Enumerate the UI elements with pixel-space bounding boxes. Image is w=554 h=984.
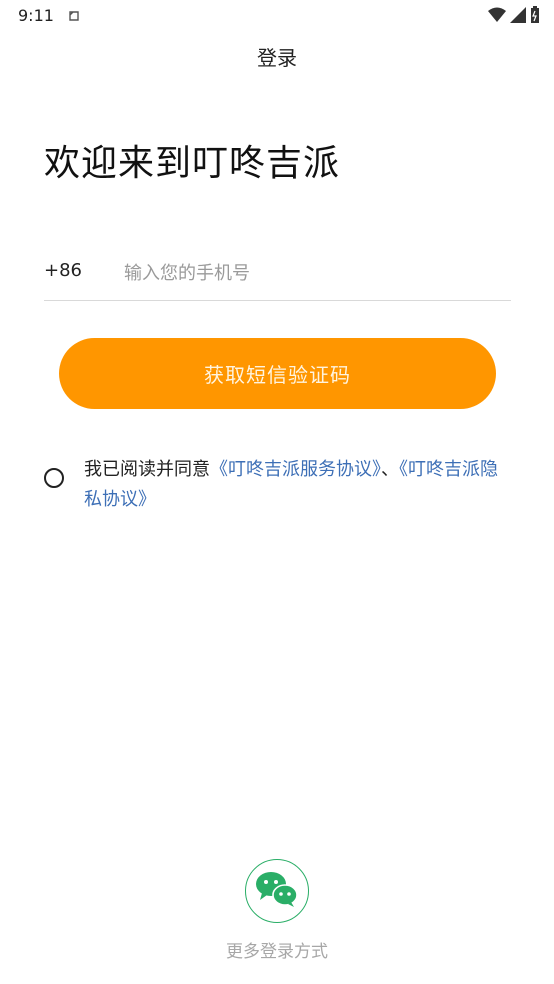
agreement-radio[interactable] — [44, 468, 64, 488]
notification-icon — [67, 8, 81, 27]
page-title: 登录 — [257, 46, 297, 70]
phone-row: +86 — [44, 248, 511, 301]
welcome-heading: 欢迎来到叮咚吉派 — [44, 143, 341, 184]
service-agreement-link[interactable]: 《叮咚吉派服务协议》 — [210, 459, 381, 480]
agreement-prefix: 我已阅读并同意 — [84, 459, 210, 480]
agreement-text: 我已阅读并同意《叮咚吉派服务协议》、《叮咚吉派隐私协议》 — [84, 455, 514, 515]
battery-icon — [530, 6, 540, 28]
phone-input[interactable] — [122, 254, 506, 292]
agreement-separator: 、 — [381, 459, 399, 480]
more-login-label[interactable]: 更多登录方式 — [0, 937, 554, 962]
wechat-login-button[interactable] — [245, 859, 309, 923]
status-time: 9:11 — [18, 6, 54, 25]
country-code[interactable]: +86 — [44, 260, 82, 281]
signal-icon — [510, 7, 526, 27]
wechat-icon — [254, 869, 300, 913]
get-sms-code-button[interactable]: 获取短信验证码 — [59, 338, 496, 409]
wifi-icon — [488, 7, 506, 27]
status-bar: 9:11 — [0, 0, 554, 30]
